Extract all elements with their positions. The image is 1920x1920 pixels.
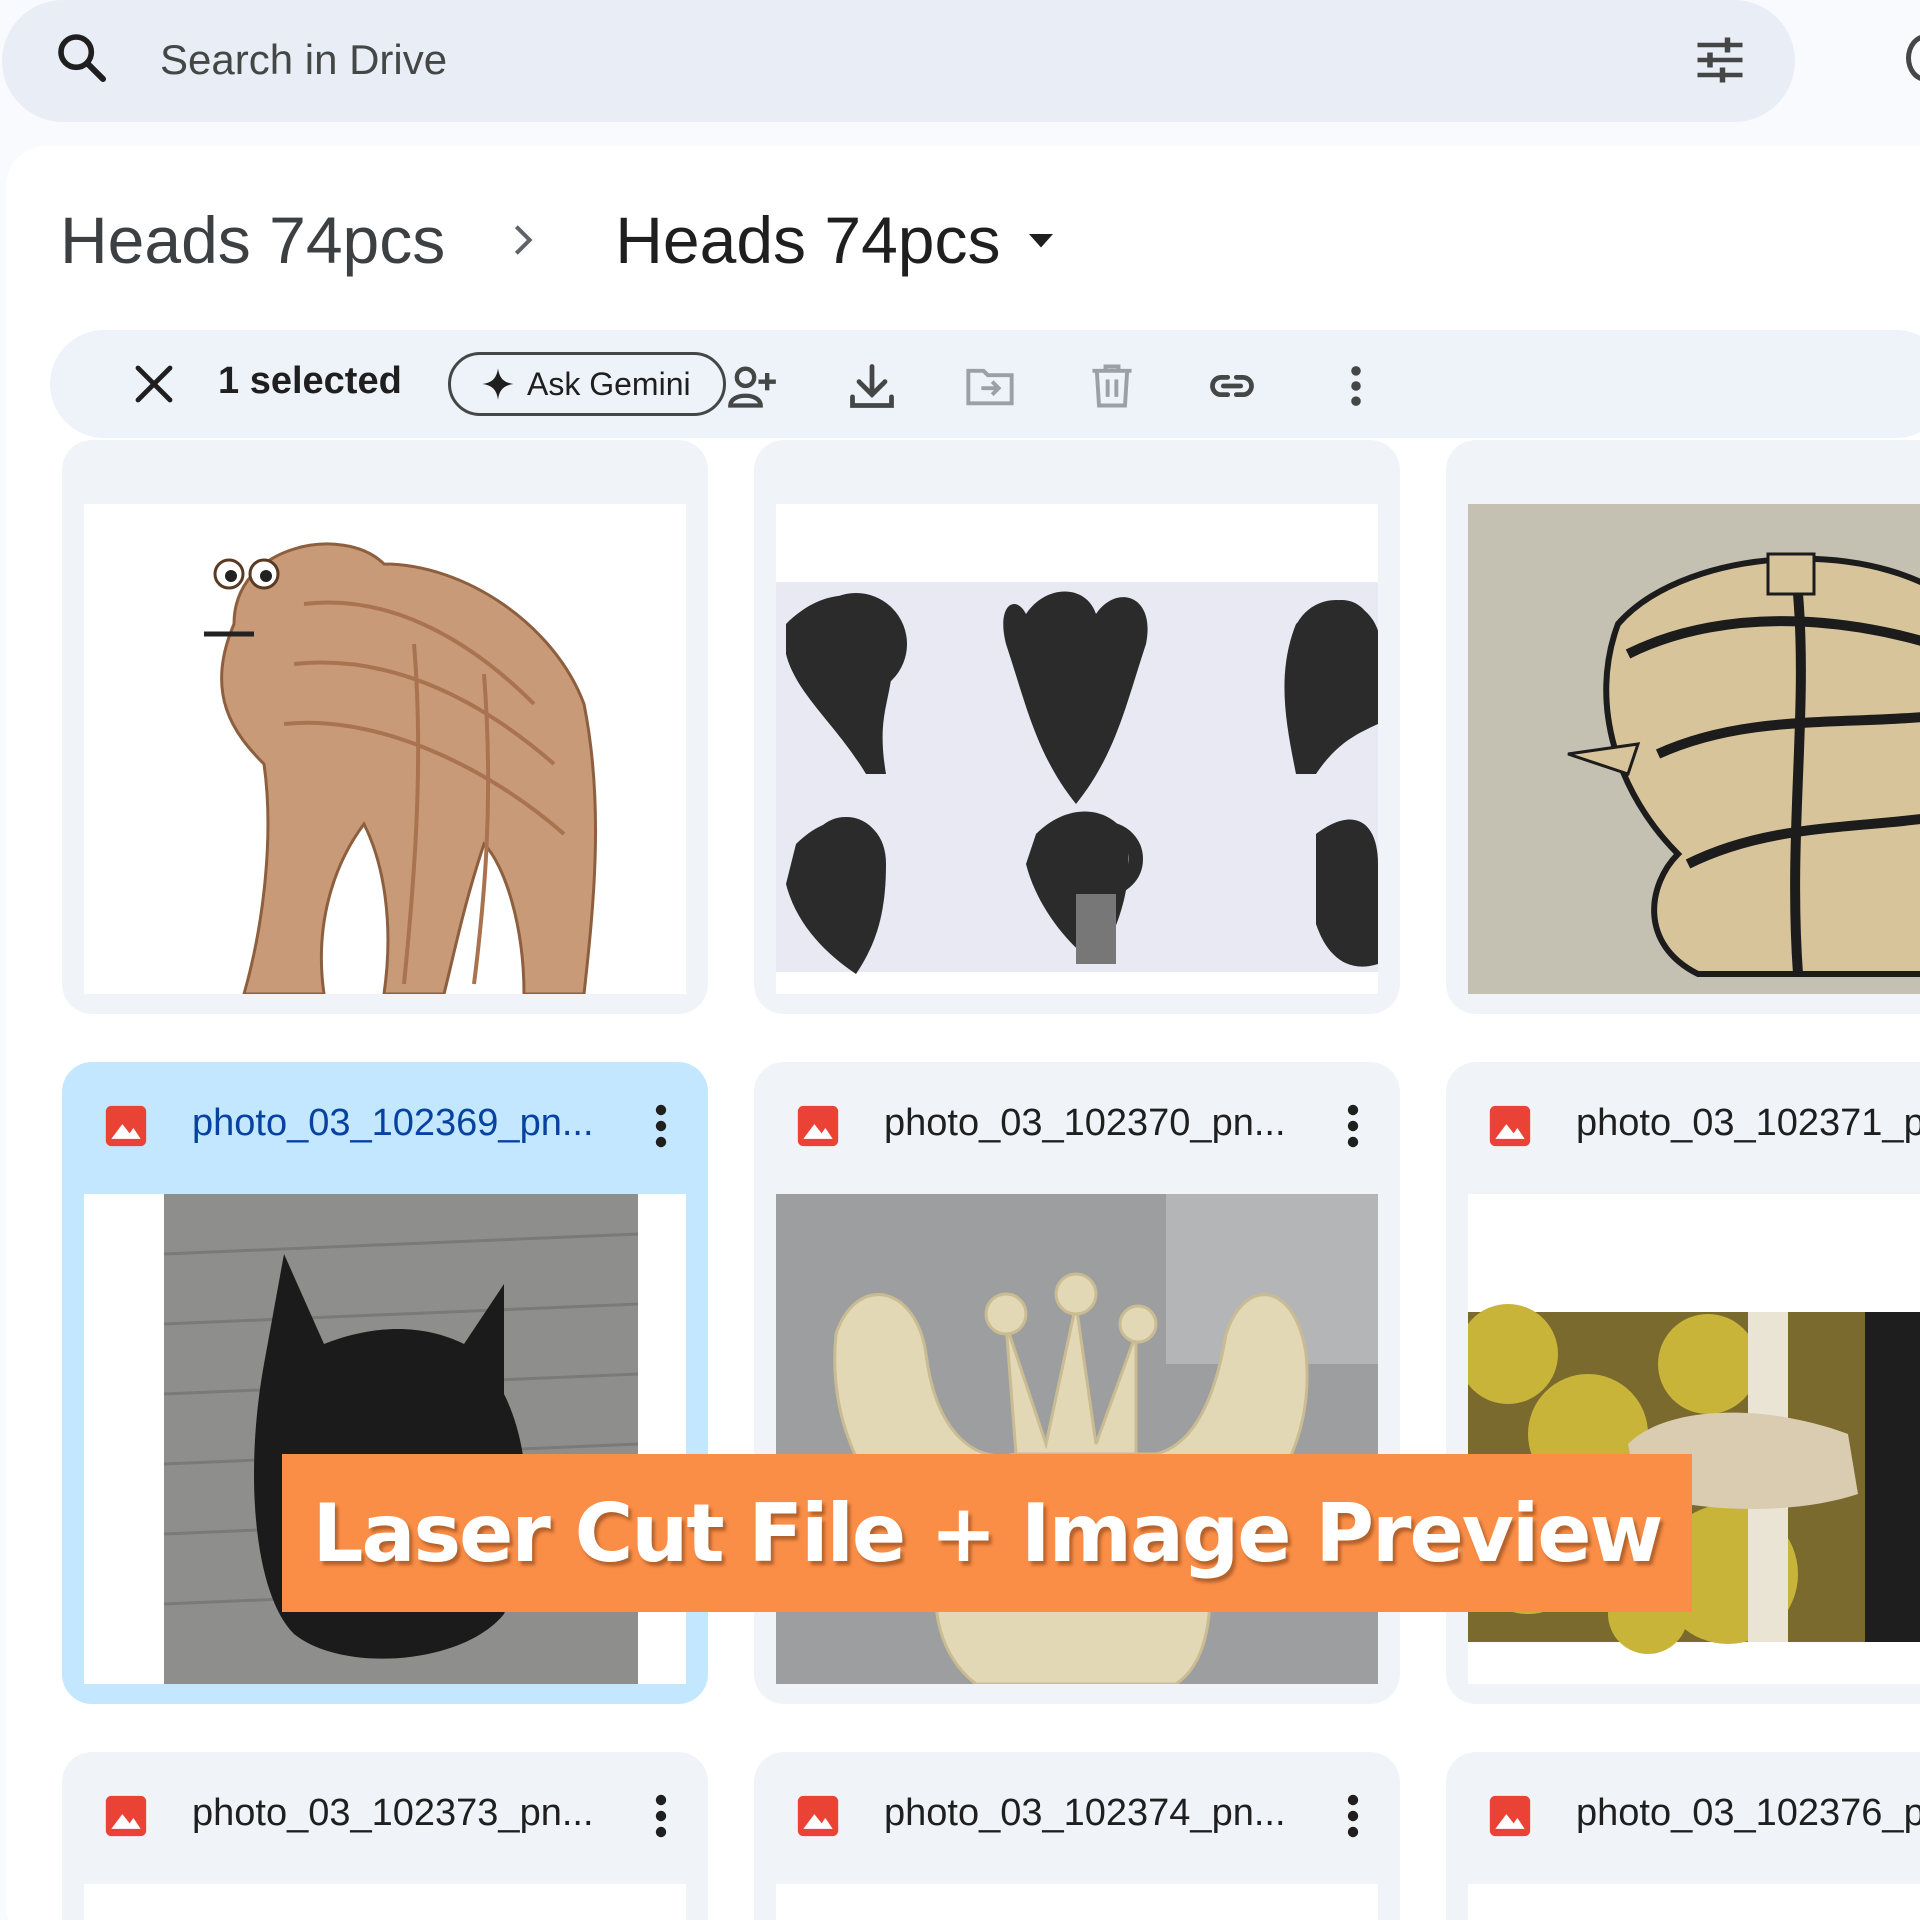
download-icon[interactable] <box>846 360 898 412</box>
thumbnail <box>776 1884 1378 1920</box>
file-name[interactable]: photo_03_102371_p <box>1576 1102 1920 1145</box>
file-card[interactable]: photo_03_102373_pn... <box>62 1752 708 1920</box>
promo-banner: Laser Cut File + Image Preview <box>282 1454 1692 1612</box>
more-vert-icon[interactable] <box>1330 360 1382 412</box>
wood-head-image <box>1468 504 1920 994</box>
ask-gemini-button[interactable]: Ask Gemini <box>448 352 726 416</box>
image-file-icon <box>797 1795 839 1837</box>
link-icon[interactable] <box>1206 360 1258 412</box>
breadcrumb: Heads 74pcs Heads 74pcs <box>60 200 1059 280</box>
search-input[interactable] <box>160 28 1560 92</box>
search-bar[interactable] <box>2 0 1795 122</box>
sparkle-icon <box>482 368 514 400</box>
promo-banner-text: Laser Cut File + Image Preview <box>312 1486 1664 1580</box>
file-card[interactable] <box>1446 440 1920 1014</box>
file-card-header: photo_03_102370_pn... <box>754 1062 1400 1190</box>
file-card-header: photo_03_102371_p <box>1446 1062 1920 1190</box>
file-card[interactable]: photo_03_102374_pn... <box>754 1752 1400 1920</box>
breadcrumb-current[interactable]: Heads 74pcs <box>615 202 1000 278</box>
search-options-icon[interactable] <box>1690 30 1750 90</box>
search-icon[interactable] <box>54 30 110 86</box>
more-vert-icon[interactable] <box>652 1792 670 1840</box>
file-card[interactable] <box>62 440 708 1014</box>
ask-gemini-label: Ask Gemini <box>527 365 691 402</box>
file-name[interactable]: photo_03_102369_pn... <box>192 1102 594 1145</box>
image-file-icon <box>105 1795 147 1837</box>
more-vert-icon[interactable] <box>652 1102 670 1150</box>
file-name[interactable]: photo_03_102370_pn... <box>884 1102 1286 1145</box>
file-card[interactable]: photo_03_102376_p <box>1446 1752 1920 1920</box>
more-vert-icon[interactable] <box>1344 1102 1362 1150</box>
image-file-icon <box>797 1105 839 1147</box>
thumbnail <box>1468 1884 1920 1920</box>
image-file-icon <box>1489 1105 1531 1147</box>
image-file-icon <box>105 1105 147 1147</box>
trash-icon[interactable] <box>1086 360 1138 412</box>
wood-head-thumbnail <box>1468 504 1920 994</box>
file-name[interactable]: photo_03_102374_pn... <box>884 1792 1286 1835</box>
ram-views-image <box>776 504 1378 994</box>
more-vert-icon[interactable] <box>1344 1792 1362 1840</box>
caret-down-icon[interactable] <box>1023 222 1059 258</box>
file-name[interactable]: photo_03_102376_p <box>1576 1792 1920 1835</box>
file-card[interactable] <box>754 440 1400 1014</box>
file-card-header: photo_03_102376_p <box>1446 1752 1920 1880</box>
selection-toolbar: 1 selected Ask Gemini <box>50 330 1920 438</box>
selection-count: 1 selected <box>218 360 402 402</box>
close-icon[interactable] <box>130 360 178 408</box>
file-card-header: photo_03_102369_pn... <box>62 1062 708 1190</box>
file-card-header: photo_03_102374_pn... <box>754 1752 1400 1880</box>
file-name[interactable]: photo_03_102373_pn... <box>192 1792 594 1835</box>
share-add-person-icon[interactable] <box>726 360 778 412</box>
chevron-right-icon <box>515 225 533 255</box>
gorilla-thumbnail <box>84 504 686 994</box>
ram-thumbnail <box>776 504 1378 994</box>
file-card-header: photo_03_102373_pn... <box>62 1752 708 1880</box>
image-file-icon <box>1489 1795 1531 1837</box>
help-icon[interactable] <box>1906 34 1920 82</box>
drive-page: Heads 74pcs Heads 74pcs 1 selected Ask G… <box>0 0 1920 1920</box>
breadcrumb-parent[interactable]: Heads 74pcs <box>60 202 445 278</box>
move-to-folder-icon[interactable] <box>964 360 1016 412</box>
gorilla-image <box>84 504 686 994</box>
thumbnail <box>84 1884 686 1920</box>
